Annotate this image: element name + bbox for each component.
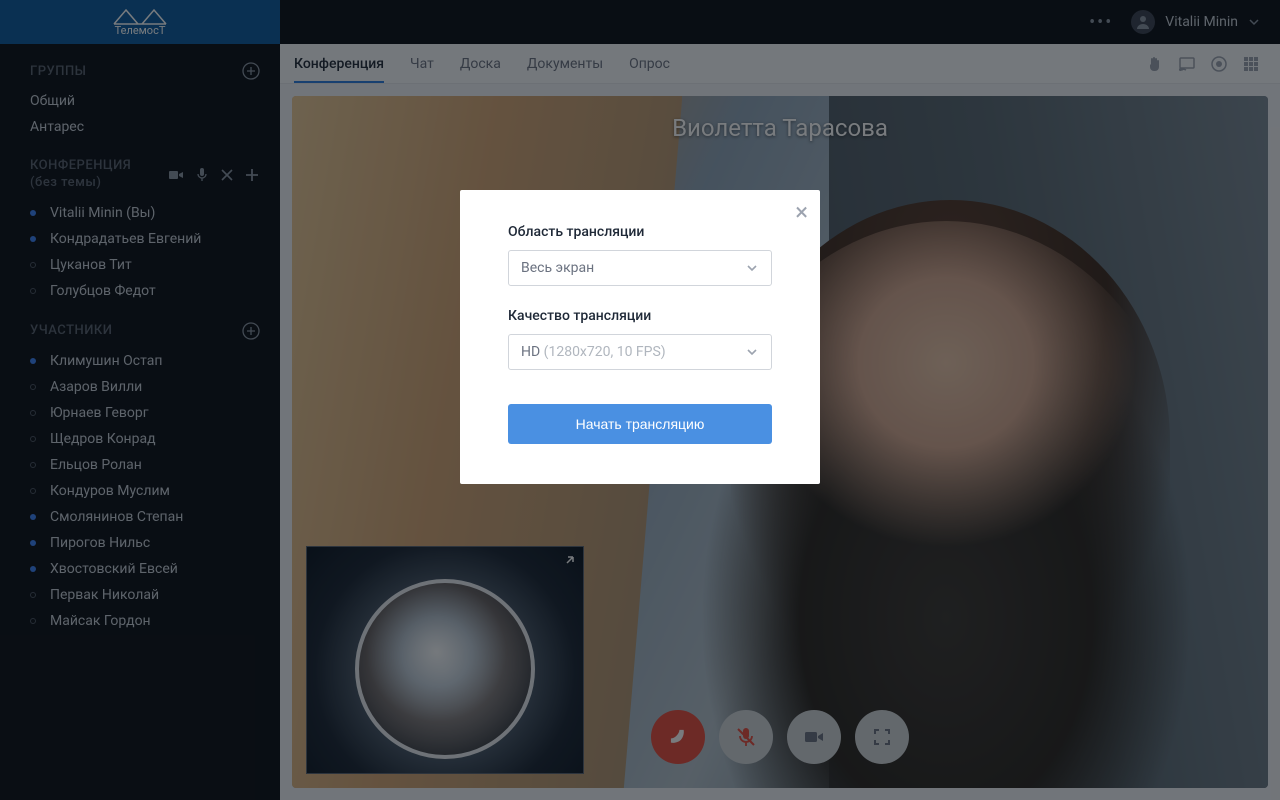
quality-detail: (1280x720, 10 FPS) bbox=[544, 344, 666, 360]
close-modal-icon[interactable]: × bbox=[795, 200, 808, 224]
chevron-down-icon bbox=[745, 345, 759, 359]
area-label: Область трансляции bbox=[508, 224, 772, 240]
quality-value: HD bbox=[521, 344, 540, 360]
quality-select[interactable]: HD (1280x720, 10 FPS) bbox=[508, 334, 772, 370]
area-select[interactable]: Весь экран bbox=[508, 250, 772, 286]
start-broadcast-button[interactable]: Начать трансляцию bbox=[508, 404, 772, 444]
area-value: Весь экран bbox=[521, 260, 594, 276]
modal-overlay: × Область трансляции Весь экран Качество… bbox=[0, 0, 1280, 800]
broadcast-modal: × Область трансляции Весь экран Качество… bbox=[460, 190, 820, 484]
quality-label: Качество трансляции bbox=[508, 308, 772, 324]
chevron-down-icon bbox=[745, 261, 759, 275]
